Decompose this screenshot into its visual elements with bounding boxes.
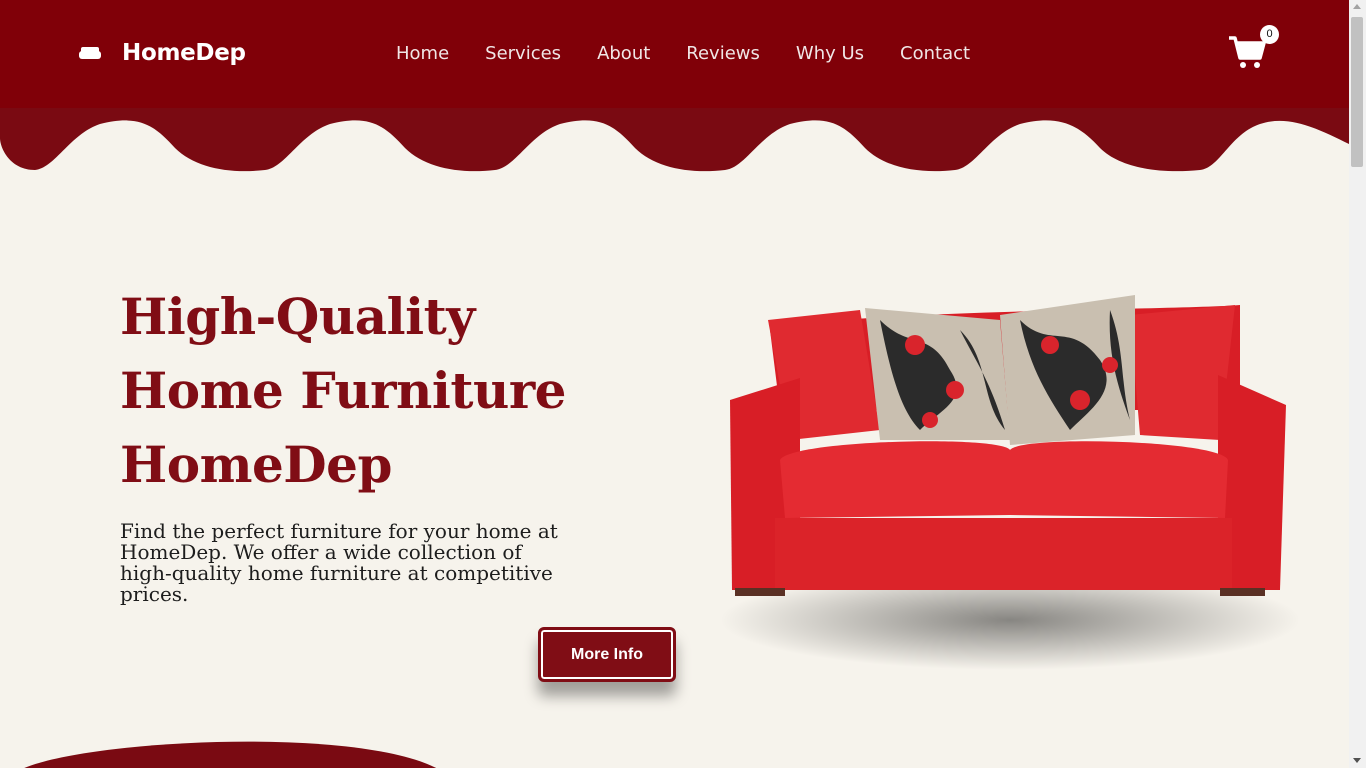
cart-count-badge: 0: [1260, 25, 1279, 44]
nav-link-reviews[interactable]: Reviews: [686, 43, 760, 64]
decorative-wave: [0, 108, 1349, 172]
hero-title-line: Home Furniture: [120, 361, 566, 420]
scroll-up-arrow-icon[interactable]: [1353, 4, 1361, 9]
nav-link-services[interactable]: Services: [485, 43, 561, 64]
sofa-icon: [79, 47, 101, 59]
scrollbar-thumb[interactable]: [1351, 17, 1363, 167]
hero-description: Find the perfect furniture for your home…: [120, 519, 558, 606]
hero-title: High-Quality Home Furniture HomeDep: [120, 280, 640, 502]
navbar: HomeDep Home Services About Reviews Why …: [0, 0, 1349, 110]
brand-name: HomeDep: [122, 40, 246, 66]
hero-title-line: HomeDep: [120, 435, 392, 494]
nav-link-about[interactable]: About: [597, 43, 650, 64]
nav-link-home[interactable]: Home: [396, 43, 449, 64]
nav-link-contact[interactable]: Contact: [900, 43, 970, 64]
main-nav: Home Services About Reviews Why Us Conta…: [396, 43, 970, 64]
nav-link-why-us[interactable]: Why Us: [796, 43, 864, 64]
brand-logo-link[interactable]: HomeDep: [78, 40, 246, 66]
hero-title-line: High-Quality: [120, 287, 475, 346]
scroll-down-arrow-icon[interactable]: [1353, 758, 1361, 763]
more-info-button[interactable]: More Info: [538, 627, 676, 682]
red-sofa-image: [720, 295, 1300, 670]
decorative-bottom-arc: [24, 741, 436, 768]
